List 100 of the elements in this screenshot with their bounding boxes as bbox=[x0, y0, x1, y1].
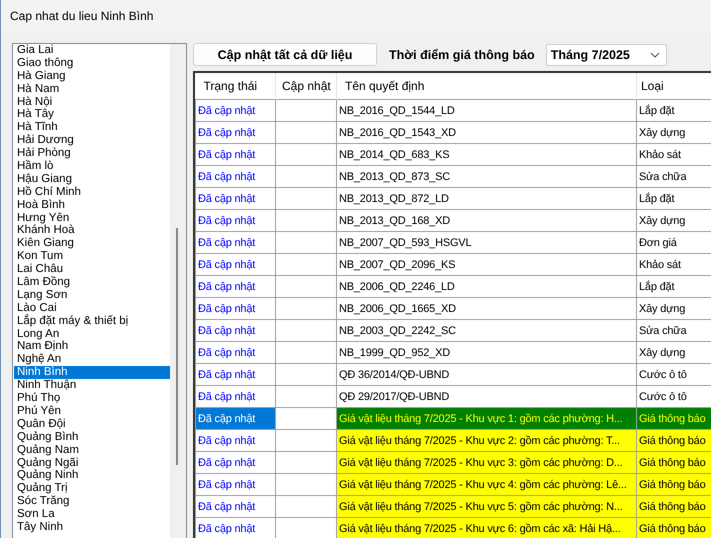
table-cell: Giá vật liệu tháng 7/2025 - Khu vực 2: gồm các phường: T... bbox=[336, 430, 636, 452]
list-item[interactable]: Lạng Sơn bbox=[14, 288, 170, 302]
table-cell: Đã cập nhật bbox=[196, 254, 276, 276]
table-cell: Đã cập nhật bbox=[196, 474, 276, 496]
list-item[interactable]: Giao thông bbox=[14, 56, 170, 70]
list-item[interactable]: Lâm Đồng bbox=[14, 276, 170, 289]
table-cell: Xây dựng bbox=[636, 342, 711, 364]
table-cell: Đã cập nhật bbox=[196, 210, 276, 232]
table-cell: Giá thông báo bbox=[636, 430, 711, 452]
data-grid[interactable] bbox=[193, 71, 711, 538]
list-item[interactable]: Lắp đặt máy & thiết bị bbox=[14, 314, 170, 328]
table-cell: Giá thông báo bbox=[636, 408, 711, 430]
table-cell: NB_2016_QD_1544_LD bbox=[336, 100, 636, 122]
table-cell: Lắp đặt bbox=[636, 276, 711, 298]
list-item[interactable]: Nghệ An bbox=[14, 353, 170, 366]
table-cell: Lắp đặt bbox=[636, 100, 711, 122]
table-cell: Giá vật liệu tháng 7/2025 - Khu vực 6: gồm các xã: Hải Hậ... bbox=[336, 518, 636, 538]
table-cell: Đã cập nhật bbox=[196, 518, 276, 538]
list-item[interactable]: Hải Phòng bbox=[14, 147, 170, 160]
table-cell: Đã cập nhật bbox=[196, 100, 276, 122]
list-item[interactable]: Hà Tây bbox=[14, 108, 170, 122]
table-cell: Đã cập nhật bbox=[196, 276, 276, 298]
list-item[interactable]: Hà Tĩnh bbox=[14, 121, 170, 134]
table-cell: Đã cập nhật bbox=[196, 122, 276, 144]
table-cell: Cước ô tô bbox=[636, 386, 711, 408]
table-cell: Xây dựng bbox=[636, 122, 711, 144]
table-cell: Đã cập nhật bbox=[196, 320, 276, 342]
table-cell: Giá vật liệu tháng 7/2025 - Khu vực 3: gồm các phường: D... bbox=[336, 452, 636, 474]
list-item[interactable]: Lai Châu bbox=[14, 263, 170, 276]
table-cell: Đã cập nhật bbox=[196, 144, 276, 166]
table-cell: Xây dựng bbox=[636, 298, 711, 320]
table-cell: QĐ 36/2014/QĐ-UBND bbox=[336, 364, 636, 386]
table-cell: NB_2016_QD_1543_XD bbox=[336, 122, 636, 144]
list-item[interactable]: Long An bbox=[14, 328, 170, 340]
table-cell: Đã cập nhật bbox=[196, 188, 276, 210]
table-cell: Đơn giá bbox=[636, 232, 711, 254]
table-cell: Đã cập nhật bbox=[196, 496, 276, 518]
table-cell: Lắp đặt bbox=[636, 188, 711, 210]
table-cell: NB_2006_QD_1665_XD bbox=[336, 298, 636, 320]
table-cell: Đã cập nhật bbox=[196, 408, 276, 430]
list-item[interactable]: Quảng Trị bbox=[14, 482, 170, 496]
list-item[interactable]: Hầm lò bbox=[14, 160, 170, 173]
table-cell: NB_2013_QD_168_XD bbox=[336, 210, 636, 232]
list-item[interactable]: Quảng Ngãi bbox=[14, 456, 170, 470]
list-item[interactable]: Phú Thọ bbox=[14, 392, 170, 405]
list-item[interactable]: Hà Giang bbox=[14, 70, 170, 83]
list-item[interactable]: Nam Định bbox=[14, 340, 170, 354]
list-item[interactable]: Hải Dương bbox=[14, 134, 170, 148]
table-cell: QĐ 29/2017/QĐ-UBND bbox=[336, 386, 636, 408]
table-cell: NB_2013_QD_872_LD bbox=[336, 188, 636, 210]
list-item[interactable]: Khánh Hoà bbox=[14, 224, 170, 238]
table-cell: NB_2007_QD_593_HSGVL bbox=[336, 232, 636, 254]
list-item[interactable]: Quân Đội bbox=[14, 418, 170, 431]
table-cell: NB_2007_QD_2096_KS bbox=[336, 254, 636, 276]
price-time-dropdown[interactable]: Tháng 7/2025 bbox=[546, 44, 667, 66]
table-cell: Đã cập nhật bbox=[196, 342, 276, 364]
table-cell: Giá thông báo bbox=[636, 452, 711, 474]
list-item[interactable]: Hồ Chí Minh bbox=[14, 186, 170, 199]
table-cell: Đã cập nhật bbox=[196, 298, 276, 320]
table-cell: Giá thông báo bbox=[636, 474, 711, 496]
scroll-thumb[interactable] bbox=[176, 228, 178, 465]
list-item[interactable]: Hưng Yên bbox=[14, 212, 170, 224]
table-cell: Đã cập nhật bbox=[196, 364, 276, 386]
table-cell: Giá vật liệu tháng 7/2025 - Khu vực 4: gồm các phường: Lê... bbox=[336, 474, 636, 496]
table-cell: NB_2006_QD_2246_LD bbox=[336, 276, 636, 298]
table-cell: NB_1999_QD_952_XD bbox=[336, 342, 636, 364]
list-item[interactable]: Hà Nội bbox=[14, 96, 170, 108]
table-cell: Giá thông báo bbox=[636, 496, 711, 518]
list-item[interactable]: Sóc Trăng bbox=[14, 495, 170, 508]
table-cell: Giá thông báo bbox=[636, 518, 711, 538]
price-time-label: Thời điểm giá thông báo bbox=[389, 48, 535, 62]
list-item[interactable]: Lào Cai bbox=[14, 302, 170, 315]
list-item[interactable]: Quảng Ninh bbox=[14, 469, 170, 482]
list-item[interactable]: Sơn La bbox=[14, 508, 170, 521]
list-item[interactable]: Gia Lai bbox=[14, 44, 170, 57]
list-item[interactable]: Ninh Bình bbox=[14, 366, 170, 380]
table-cell: Cước ô tô bbox=[636, 364, 711, 386]
scrollbar[interactable] bbox=[170, 44, 186, 538]
table-cell: Xây dựng bbox=[636, 210, 711, 232]
list-item[interactable]: Hoà Bình bbox=[14, 198, 170, 212]
province-list[interactable] bbox=[12, 43, 187, 538]
list-item[interactable]: Quảng Bình bbox=[14, 430, 170, 444]
list-item[interactable]: Kon Tum bbox=[14, 250, 170, 264]
list-item[interactable]: Ninh Thuận bbox=[14, 379, 170, 392]
list-item[interactable]: Kiên Giang bbox=[14, 237, 170, 250]
update-all-button[interactable]: Cập nhật tất cả dữ liệu bbox=[193, 43, 377, 66]
table-cell: NB_2014_QD_683_KS bbox=[336, 144, 636, 166]
table-cell: Sửa chữa bbox=[636, 320, 711, 342]
list-item[interactable]: Tây Ninh bbox=[14, 520, 170, 534]
table-cell: Đã cập nhật bbox=[196, 386, 276, 408]
table-cell: Đã cập nhật bbox=[196, 232, 276, 254]
list-item[interactable]: Quảng Nam bbox=[14, 444, 170, 456]
list-item[interactable]: Hà Nam bbox=[14, 82, 170, 96]
table-cell: Khảo sát bbox=[636, 144, 711, 166]
list-item[interactable]: Hậu Giang bbox=[14, 172, 170, 186]
table-cell: NB_2013_QD_873_SC bbox=[336, 166, 636, 188]
list-item[interactable]: Phú Yên bbox=[14, 404, 170, 418]
table-cell: Đã cập nhật bbox=[196, 166, 276, 188]
table-cell: NB_2003_QD_2242_SC bbox=[336, 320, 636, 342]
table-cell: Giá vật liệu tháng 7/2025 - Khu vực 1: gồm các phường: H... bbox=[336, 408, 636, 430]
